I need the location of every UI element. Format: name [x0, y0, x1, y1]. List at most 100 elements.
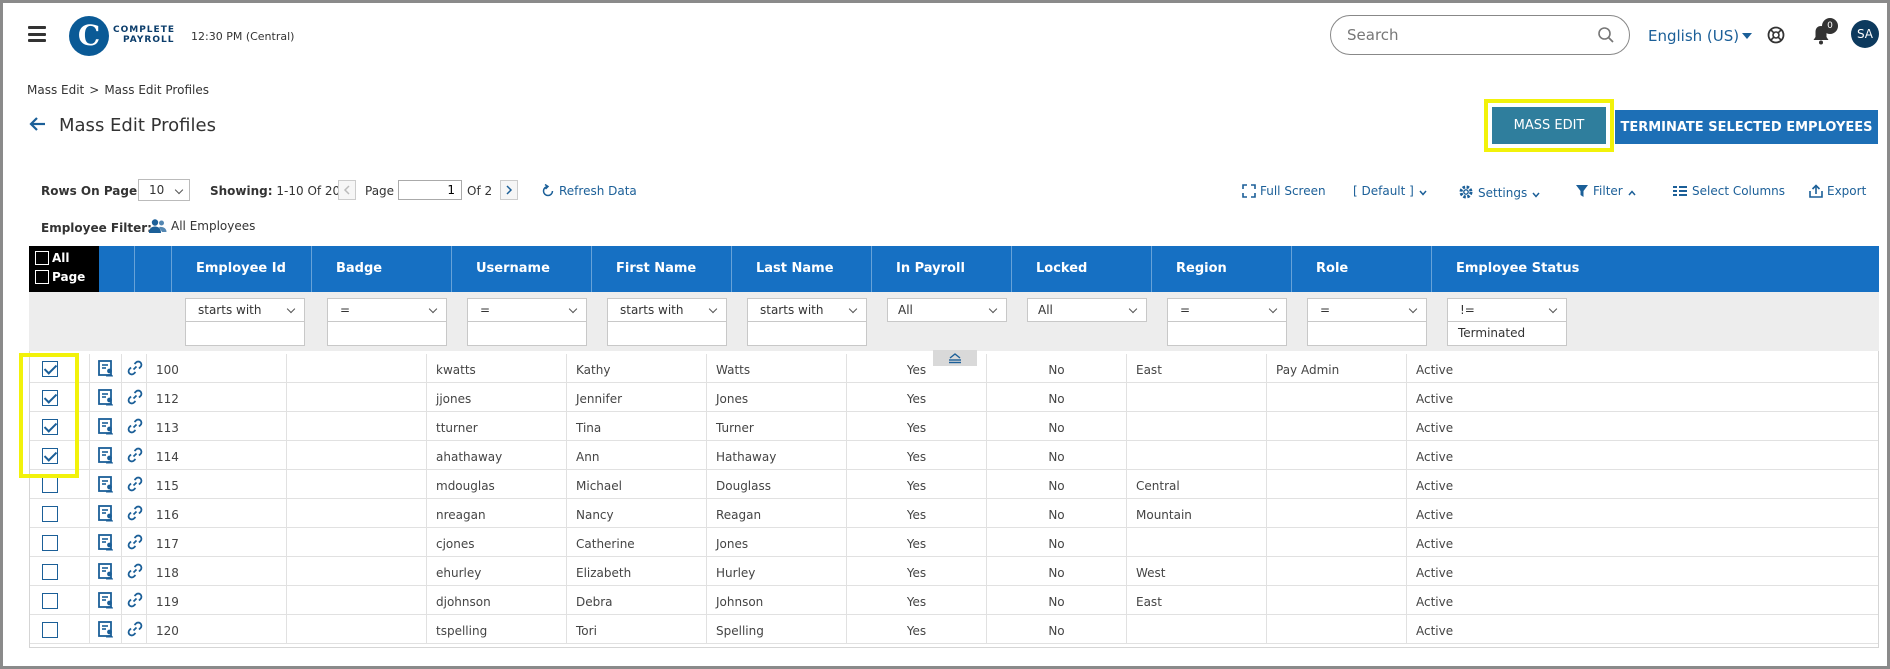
row-select-cell: [30, 615, 90, 644]
table-row[interactable]: 112 jjones Jennifer Jones Yes No Active: [30, 383, 1878, 412]
terminate-selected-button[interactable]: TERMINATE SELECTED EMPLOYEES: [1615, 110, 1878, 144]
language-selector[interactable]: English (US): [1648, 27, 1753, 45]
cell-first: Tori: [567, 615, 707, 644]
profile-card-icon[interactable]: [98, 418, 114, 438]
filter-link[interactable]: Filter: [1575, 184, 1641, 198]
cell-payroll: Yes: [847, 470, 987, 499]
filter-locked[interactable]: All: [1027, 298, 1147, 322]
profile-card-icon[interactable]: [98, 534, 114, 554]
grid-body: 100 kwatts Kathy Watts Yes No East Pay Admin Act…: [29, 351, 1879, 648]
filter-last-name[interactable]: starts with: [747, 298, 867, 346]
header-region[interactable]: Region: [1152, 246, 1292, 292]
chevron-down-icon: [428, 304, 438, 314]
filter-username[interactable]: =: [467, 298, 587, 346]
select-all-checkbox[interactable]: [35, 251, 49, 265]
header-employee-id[interactable]: Employee Id: [172, 246, 312, 292]
rows-on-page-select[interactable]: 10: [138, 179, 190, 201]
row-checkbox[interactable]: [42, 477, 58, 493]
profile-card-icon[interactable]: [98, 505, 114, 525]
link-icon[interactable]: [127, 563, 143, 582]
select-columns-link[interactable]: Select Columns: [1672, 184, 1785, 198]
link-icon[interactable]: [127, 418, 143, 437]
filter-role[interactable]: =: [1307, 298, 1427, 346]
profile-card-icon[interactable]: [98, 592, 114, 612]
profile-card-icon[interactable]: [98, 360, 114, 380]
row-link-cell: [122, 354, 147, 383]
row-checkbox[interactable]: [42, 506, 58, 522]
table-row[interactable]: 113 tturner Tina Turner Yes No Active: [30, 412, 1878, 441]
next-page-button[interactable]: [500, 180, 518, 200]
table-row[interactable]: 118 ehurley Elizabeth Hurley Yes No West Active: [30, 557, 1878, 586]
row-checkbox[interactable]: [42, 564, 58, 580]
table-row[interactable]: 119 djohnson Debra Johnson Yes No East Active: [30, 586, 1878, 615]
top-bar: C COMPLETE PAYROLL 12:30 PM (Central) En…: [3, 3, 1887, 67]
menu-icon[interactable]: [28, 26, 46, 42]
cell-locked: No: [987, 412, 1127, 441]
cell-first: Kathy: [567, 354, 707, 383]
link-icon[interactable]: [127, 505, 143, 524]
cell-id: 112: [147, 383, 287, 412]
link-icon[interactable]: [127, 534, 143, 553]
row-profile-cell: [90, 354, 122, 383]
table-row[interactable]: 114 ahathaway Ann Hathaway Yes No Active: [30, 441, 1878, 470]
header-badge[interactable]: Badge: [312, 246, 452, 292]
header-role[interactable]: Role: [1292, 246, 1432, 292]
row-checkbox[interactable]: [42, 593, 58, 609]
row-checkbox[interactable]: [42, 622, 58, 638]
filter-region[interactable]: =: [1167, 298, 1287, 346]
refresh-data-link[interactable]: Refresh Data: [541, 183, 637, 198]
profile-card-icon[interactable]: [98, 447, 114, 467]
page-number-input[interactable]: [398, 180, 462, 200]
help-icon[interactable]: [1766, 25, 1786, 45]
cell-status: Active: [1416, 392, 1454, 406]
link-icon[interactable]: [127, 447, 143, 466]
table-row[interactable]: 120 tspelling Tori Spelling Yes No Active: [30, 615, 1878, 644]
select-all-header: All Page: [29, 246, 99, 292]
filter-employee-id[interactable]: starts with: [185, 298, 305, 346]
header-locked[interactable]: Locked: [1012, 246, 1152, 292]
view-selector[interactable]: [ Default ]: [1353, 184, 1432, 198]
filter-status-value[interactable]: Terminated: [1458, 326, 1525, 340]
header-employee-status[interactable]: Employee Status: [1432, 246, 1879, 292]
full-screen-link[interactable]: Full Screen: [1242, 184, 1326, 198]
chevron-down-icon: [1268, 304, 1278, 314]
settings-link[interactable]: Settings: [1458, 184, 1545, 200]
select-page-checkbox[interactable]: [35, 270, 49, 284]
cell-username: tturner: [427, 412, 567, 441]
back-arrow-icon[interactable]: [29, 115, 47, 133]
row-select-cell: [30, 557, 90, 586]
row-link-cell: [122, 470, 147, 499]
filter-in-payroll[interactable]: All: [887, 298, 1007, 322]
profile-card-icon[interactable]: [98, 563, 114, 583]
link-icon[interactable]: [127, 476, 143, 495]
table-row[interactable]: 117 cjones Catherine Jones Yes No Active: [30, 528, 1878, 557]
header-first-name[interactable]: First Name: [592, 246, 732, 292]
filter-employee-status[interactable]: != Terminated: [1447, 298, 1567, 346]
profile-card-icon[interactable]: [98, 476, 114, 496]
profile-card-icon[interactable]: [98, 621, 114, 641]
profile-card-icon[interactable]: [98, 389, 114, 409]
filter-first-name[interactable]: starts with: [607, 298, 727, 346]
table-row[interactable]: 115 mdouglas Michael Douglass Yes No Central Ac…: [30, 470, 1878, 499]
export-link[interactable]: Export: [1809, 184, 1866, 198]
link-icon[interactable]: [127, 592, 143, 611]
search-box[interactable]: [1330, 15, 1630, 55]
link-icon[interactable]: [127, 360, 143, 379]
row-checkbox[interactable]: [42, 535, 58, 551]
header-username[interactable]: Username: [452, 246, 592, 292]
prev-page-button[interactable]: [338, 180, 356, 200]
table-row[interactable]: 116 nreagan Nancy Reagan Yes No Mountain Active: [30, 499, 1878, 528]
search-input[interactable]: [1347, 25, 1587, 45]
breadcrumb-root[interactable]: Mass Edit: [27, 83, 84, 97]
mass-edit-button[interactable]: MASS EDIT: [1492, 107, 1606, 144]
header-last-name[interactable]: Last Name: [732, 246, 872, 292]
filter-badge[interactable]: =: [327, 298, 447, 346]
avatar[interactable]: SA: [1851, 20, 1879, 48]
link-icon[interactable]: [127, 621, 143, 640]
cell-username: tspelling: [427, 615, 567, 644]
header-in-payroll[interactable]: In Payroll: [872, 246, 1012, 292]
link-icon[interactable]: [127, 389, 143, 408]
search-icon[interactable]: [1597, 26, 1615, 44]
employee-filter-value[interactable]: All Employees: [148, 218, 255, 234]
table-row[interactable]: 100 kwatts Kathy Watts Yes No East Pay Admin Act…: [30, 354, 1878, 383]
